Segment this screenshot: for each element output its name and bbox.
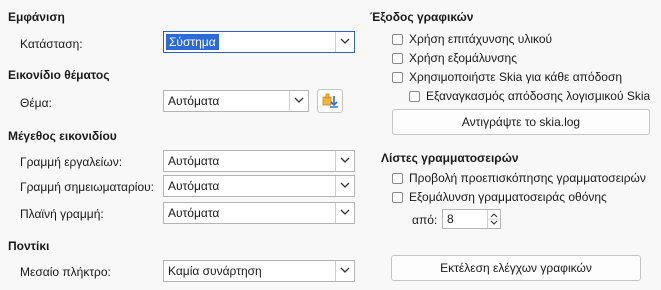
notebookbar-size-dropdown[interactable]: Αυτόματα [163,175,355,197]
run-graphics-tests-button[interactable]: Εκτέλεση ελέγχων γραφικών [391,255,641,281]
antialias-from-value: 8 [447,212,454,226]
font-lists-heading: Λίστες γραμματοσειρών [381,151,519,165]
chevron-down-icon [335,261,354,281]
sidebar-size-value: Αυτόματα [168,206,220,220]
mode-dropdown[interactable]: Σύστημα [163,31,355,53]
toolbar-size-dropdown[interactable]: Αυτόματα [163,150,355,172]
hardware-accel-checkbox[interactable] [392,34,403,45]
antialiasing-checkbox[interactable] [392,53,403,64]
sidebar-size-dropdown[interactable]: Αυτόματα [163,202,355,224]
toolbar-size-value: Αυτόματα [168,154,220,168]
chevron-down-icon [289,91,308,111]
middle-button-value: Καμία συνάρτηση [168,264,262,278]
screen-font-antialias-label: Εξομάλυνση γραμματοσειράς οθόνης [409,190,607,204]
force-skia-software-checkbox[interactable] [409,91,420,102]
chevron-down-icon [335,203,354,223]
notebookbar-size-value: Αυτόματα [168,179,220,193]
icon-theme-heading: Εικονίδιο θέματος [8,68,110,82]
chevron-down-icon [335,32,354,52]
font-preview-checkbox[interactable] [392,173,403,184]
antialias-from-spinner[interactable]: 8 [442,209,501,229]
notebookbar-size-label: Γραμμή σημειωματαρίου: [20,180,155,194]
theme-label: Θέμα: [20,96,52,110]
sidebar-size-label: Πλαϊνή γραμμή: [20,207,104,221]
icon-size-heading: Μέγεθος εικονιδίου [8,129,117,143]
skia-label: Χρησιμοποιήστε Skia για κάθε απόδοση [409,70,623,84]
appearance-heading: Εμφάνιση [8,10,65,24]
extension-add-icon [322,93,338,108]
force-skia-software-label: Εξαναγκασμός απόδοσης λογισμικού Skia [426,89,651,103]
from-label: από: [412,213,438,227]
font-preview-label: Προβολή προεπισκόπησης γραμματοσειρών [409,171,646,185]
mode-value: Σύστημα [166,34,219,50]
screen-font-antialias-checkbox[interactable] [392,192,403,203]
spinner-arrows-icon[interactable] [487,210,500,228]
middle-button-label: Μεσαίο πλήκτρο: [20,265,111,279]
graphics-output-heading: Έξοδος γραφικών [370,10,474,24]
chevron-down-icon [335,176,354,196]
theme-dropdown[interactable]: Αυτόματα [163,90,309,112]
mouse-heading: Ποντίκι [8,239,50,253]
chevron-down-icon [335,151,354,171]
skia-checkbox[interactable] [392,72,403,83]
hardware-accel-label: Χρήση επιτάχυνσης υλικού [409,32,553,46]
copy-skia-log-button[interactable]: Αντιγράψτε το skia.log [392,109,650,135]
middle-button-dropdown[interactable]: Καμία συνάρτηση [163,260,355,282]
toolbar-size-label: Γραμμή εργαλείων: [20,155,123,169]
mode-label: Κατάσταση: [20,37,83,51]
install-theme-button[interactable] [317,89,343,113]
theme-value: Αυτόματα [168,94,220,108]
antialiasing-label: Χρήση εξομάλυνσης [409,51,517,65]
